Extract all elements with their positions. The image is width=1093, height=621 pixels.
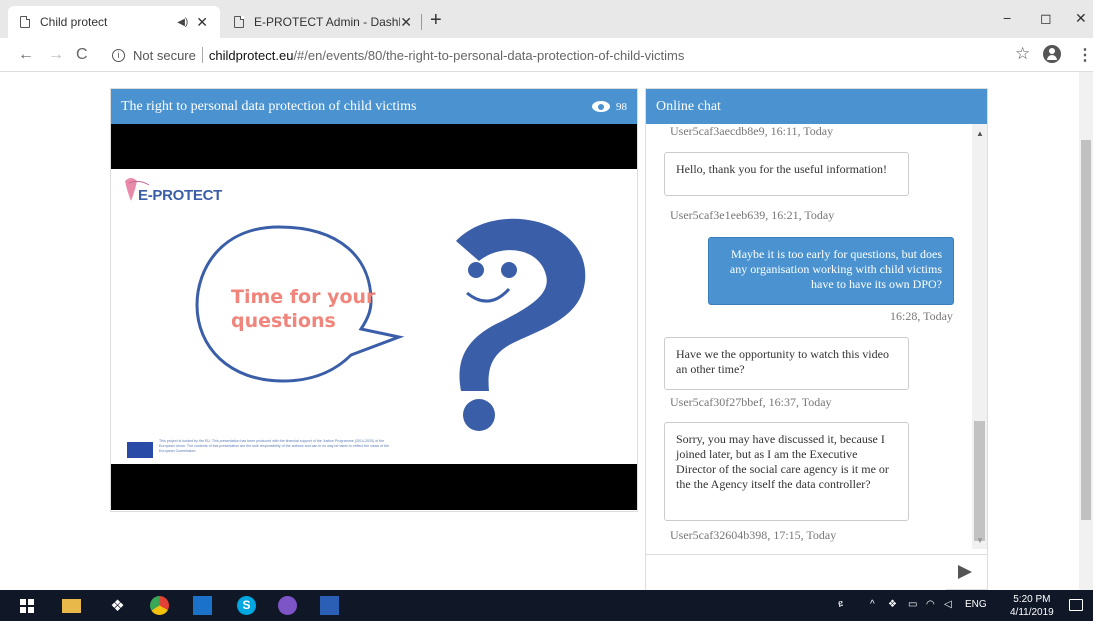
tab-title: E-PROTECT Admin - Dashboard — [254, 15, 400, 29]
tab-divider — [421, 14, 422, 30]
dropbox-icon[interactable]: ❖ — [108, 596, 127, 615]
funding-disclaimer: This project is funded by the EU. This p… — [159, 439, 390, 453]
bookmark-star-icon[interactable]: ☆ — [1015, 44, 1030, 64]
chat-message: Sorry, you may have discussed it, becaus… — [664, 422, 909, 521]
message-meta: User5caf3e1eeb639, 16:21, Today — [670, 208, 835, 222]
notification-center-icon[interactable] — [1069, 599, 1083, 611]
tab-child-protect[interactable]: Child protect ◀︎) ✕ — [8, 6, 220, 38]
chat-scroll-thumb[interactable] — [974, 421, 985, 541]
message-meta: User5caf30f27bbef, 16:37, Today — [670, 395, 832, 409]
volume-icon[interactable]: ◁ — [944, 599, 952, 610]
message-user: User5caf30f27bbef — [670, 395, 763, 409]
dropbox-tray-icon[interactable]: ❖ — [888, 599, 897, 610]
tab-admin-dashboard[interactable]: E-PROTECT Admin - Dashboard ✕ — [224, 6, 424, 38]
close-tab-icon[interactable]: ✕ — [400, 14, 412, 31]
chat-messages[interactable]: User5caf3aecdb8e9, 16:11, Today Hello, t… — [646, 124, 987, 549]
back-arrow-icon[interactable]: ← — [18, 46, 34, 64]
message-time: 16:28, Today — [890, 309, 953, 323]
browser-tab-bar: Child protect ◀︎) ✕ E-PROTECT Admin - Da… — [0, 0, 1093, 38]
slide-question-line-1: Time for your — [231, 286, 376, 308]
viber-icon[interactable] — [278, 596, 297, 615]
page-icon — [234, 16, 244, 28]
reload-icon[interactable]: C — [76, 46, 88, 64]
page-scroll-thumb[interactable] — [1081, 140, 1091, 520]
message-time: 16:37, Today — [768, 395, 832, 409]
slide-question-text: Time for your questions — [231, 285, 375, 333]
url-field[interactable]: i Not secure childprotect.eu /#/en/event… — [100, 42, 1000, 68]
clock-time: 5:20 PM — [1013, 594, 1051, 605]
page-scrollbar[interactable] — [1079, 72, 1093, 590]
video-title: The right to personal data protection of… — [121, 98, 417, 114]
new-tab-button[interactable]: + — [430, 10, 442, 30]
video-header: The right to personal data protection of… — [111, 89, 637, 124]
scroll-down-icon[interactable]: ▼ — [976, 536, 984, 545]
forward-arrow-icon[interactable]: → — [48, 46, 64, 64]
info-icon[interactable]: i — [112, 48, 125, 62]
page-icon — [20, 16, 30, 28]
message-time: 16:11, Today — [770, 124, 834, 138]
kebab-menu-icon[interactable]: ⋮ — [1077, 45, 1093, 65]
restore-button[interactable]: ◻ — [1040, 10, 1052, 27]
url-path: /#/en/events/80/the-right-to-personal-da… — [293, 47, 685, 63]
skype-icon[interactable]: S — [237, 596, 256, 615]
close-window-button[interactable]: ✕ — [1075, 10, 1087, 27]
chrome-icon[interactable] — [150, 596, 169, 615]
battery-icon[interactable]: ▭ — [908, 599, 917, 610]
message-time: 17:15, Today — [773, 528, 837, 542]
wifi-icon[interactable]: ◠ — [926, 599, 935, 610]
url-host: childprotect.eu — [208, 47, 294, 63]
chat-message-own: Maybe it is too early for questions, but… — [708, 237, 954, 305]
chat-message-input[interactable] — [646, 555, 946, 590]
chat-message: Hello, thank you for the useful informat… — [664, 152, 909, 196]
video-letterbox-bottom — [111, 464, 637, 510]
chat-panel: Online chat User5caf3aecdb8e9, 16:11, To… — [645, 88, 988, 590]
message-time: 16:21, Today — [771, 208, 835, 222]
video-panel: The right to personal data protection of… — [110, 88, 638, 512]
system-clock[interactable]: 5:20 PM 4/11/2019 — [1010, 593, 1054, 619]
message-user: User5caf3aecdb8e9 — [670, 124, 765, 138]
chat-input-row — [646, 554, 987, 590]
close-tab-icon[interactable]: ✕ — [196, 14, 208, 31]
file-explorer-icon[interactable] — [62, 599, 81, 613]
account-icon[interactable] — [1043, 45, 1061, 63]
tab-title: Child protect — [40, 15, 108, 29]
chat-message: Have we the opportunity to watch this vi… — [664, 337, 909, 390]
message-meta: User5caf32604b398, 17:15, Today — [670, 528, 837, 542]
scroll-up-icon[interactable]: ▲ — [976, 129, 984, 138]
e-protect-logo: E-PROTECT — [138, 187, 222, 204]
view-count: 98 — [616, 100, 627, 113]
word-icon[interactable] — [320, 596, 339, 615]
message-user: User5caf32604b398 — [670, 528, 768, 542]
slide-question-line-2: questions — [231, 310, 336, 332]
message-user: User5caf3e1eeb639 — [670, 208, 766, 222]
people-icon[interactable]: ዩ — [838, 599, 843, 610]
eu-flag-icon — [127, 442, 153, 458]
taskbar: ❖ S ዩ ^ ❖ ▭ ◠ ◁ ENG 5:20 PM 4/11/2019 — [0, 590, 1093, 621]
chat-header: Online chat — [646, 89, 987, 124]
url-divider — [201, 47, 203, 63]
security-label: Not secure — [133, 47, 196, 63]
minimize-button[interactable]: − — [1003, 10, 1011, 26]
language-indicator[interactable]: ENG — [965, 599, 987, 610]
chat-scrollbar[interactable]: ▲ ▼ — [972, 124, 987, 549]
eye-icon — [592, 101, 610, 112]
audio-playing-icon[interactable]: ◀︎) — [177, 17, 188, 28]
windows-start-icon[interactable] — [20, 599, 34, 613]
clock-date: 4/11/2019 — [1010, 607, 1054, 618]
video-letterbox-top — [111, 124, 637, 169]
send-icon[interactable] — [958, 565, 972, 579]
show-hidden-icons-icon[interactable]: ^ — [870, 599, 875, 610]
message-meta: User5caf3aecdb8e9, 16:11, Today — [670, 124, 834, 138]
address-bar-row: ← → C i Not secure childprotect.eu /#/en… — [0, 38, 1093, 72]
outlook-icon[interactable] — [193, 596, 212, 615]
video-player[interactable]: E-PROTECT Time for your questions This p… — [111, 169, 637, 464]
